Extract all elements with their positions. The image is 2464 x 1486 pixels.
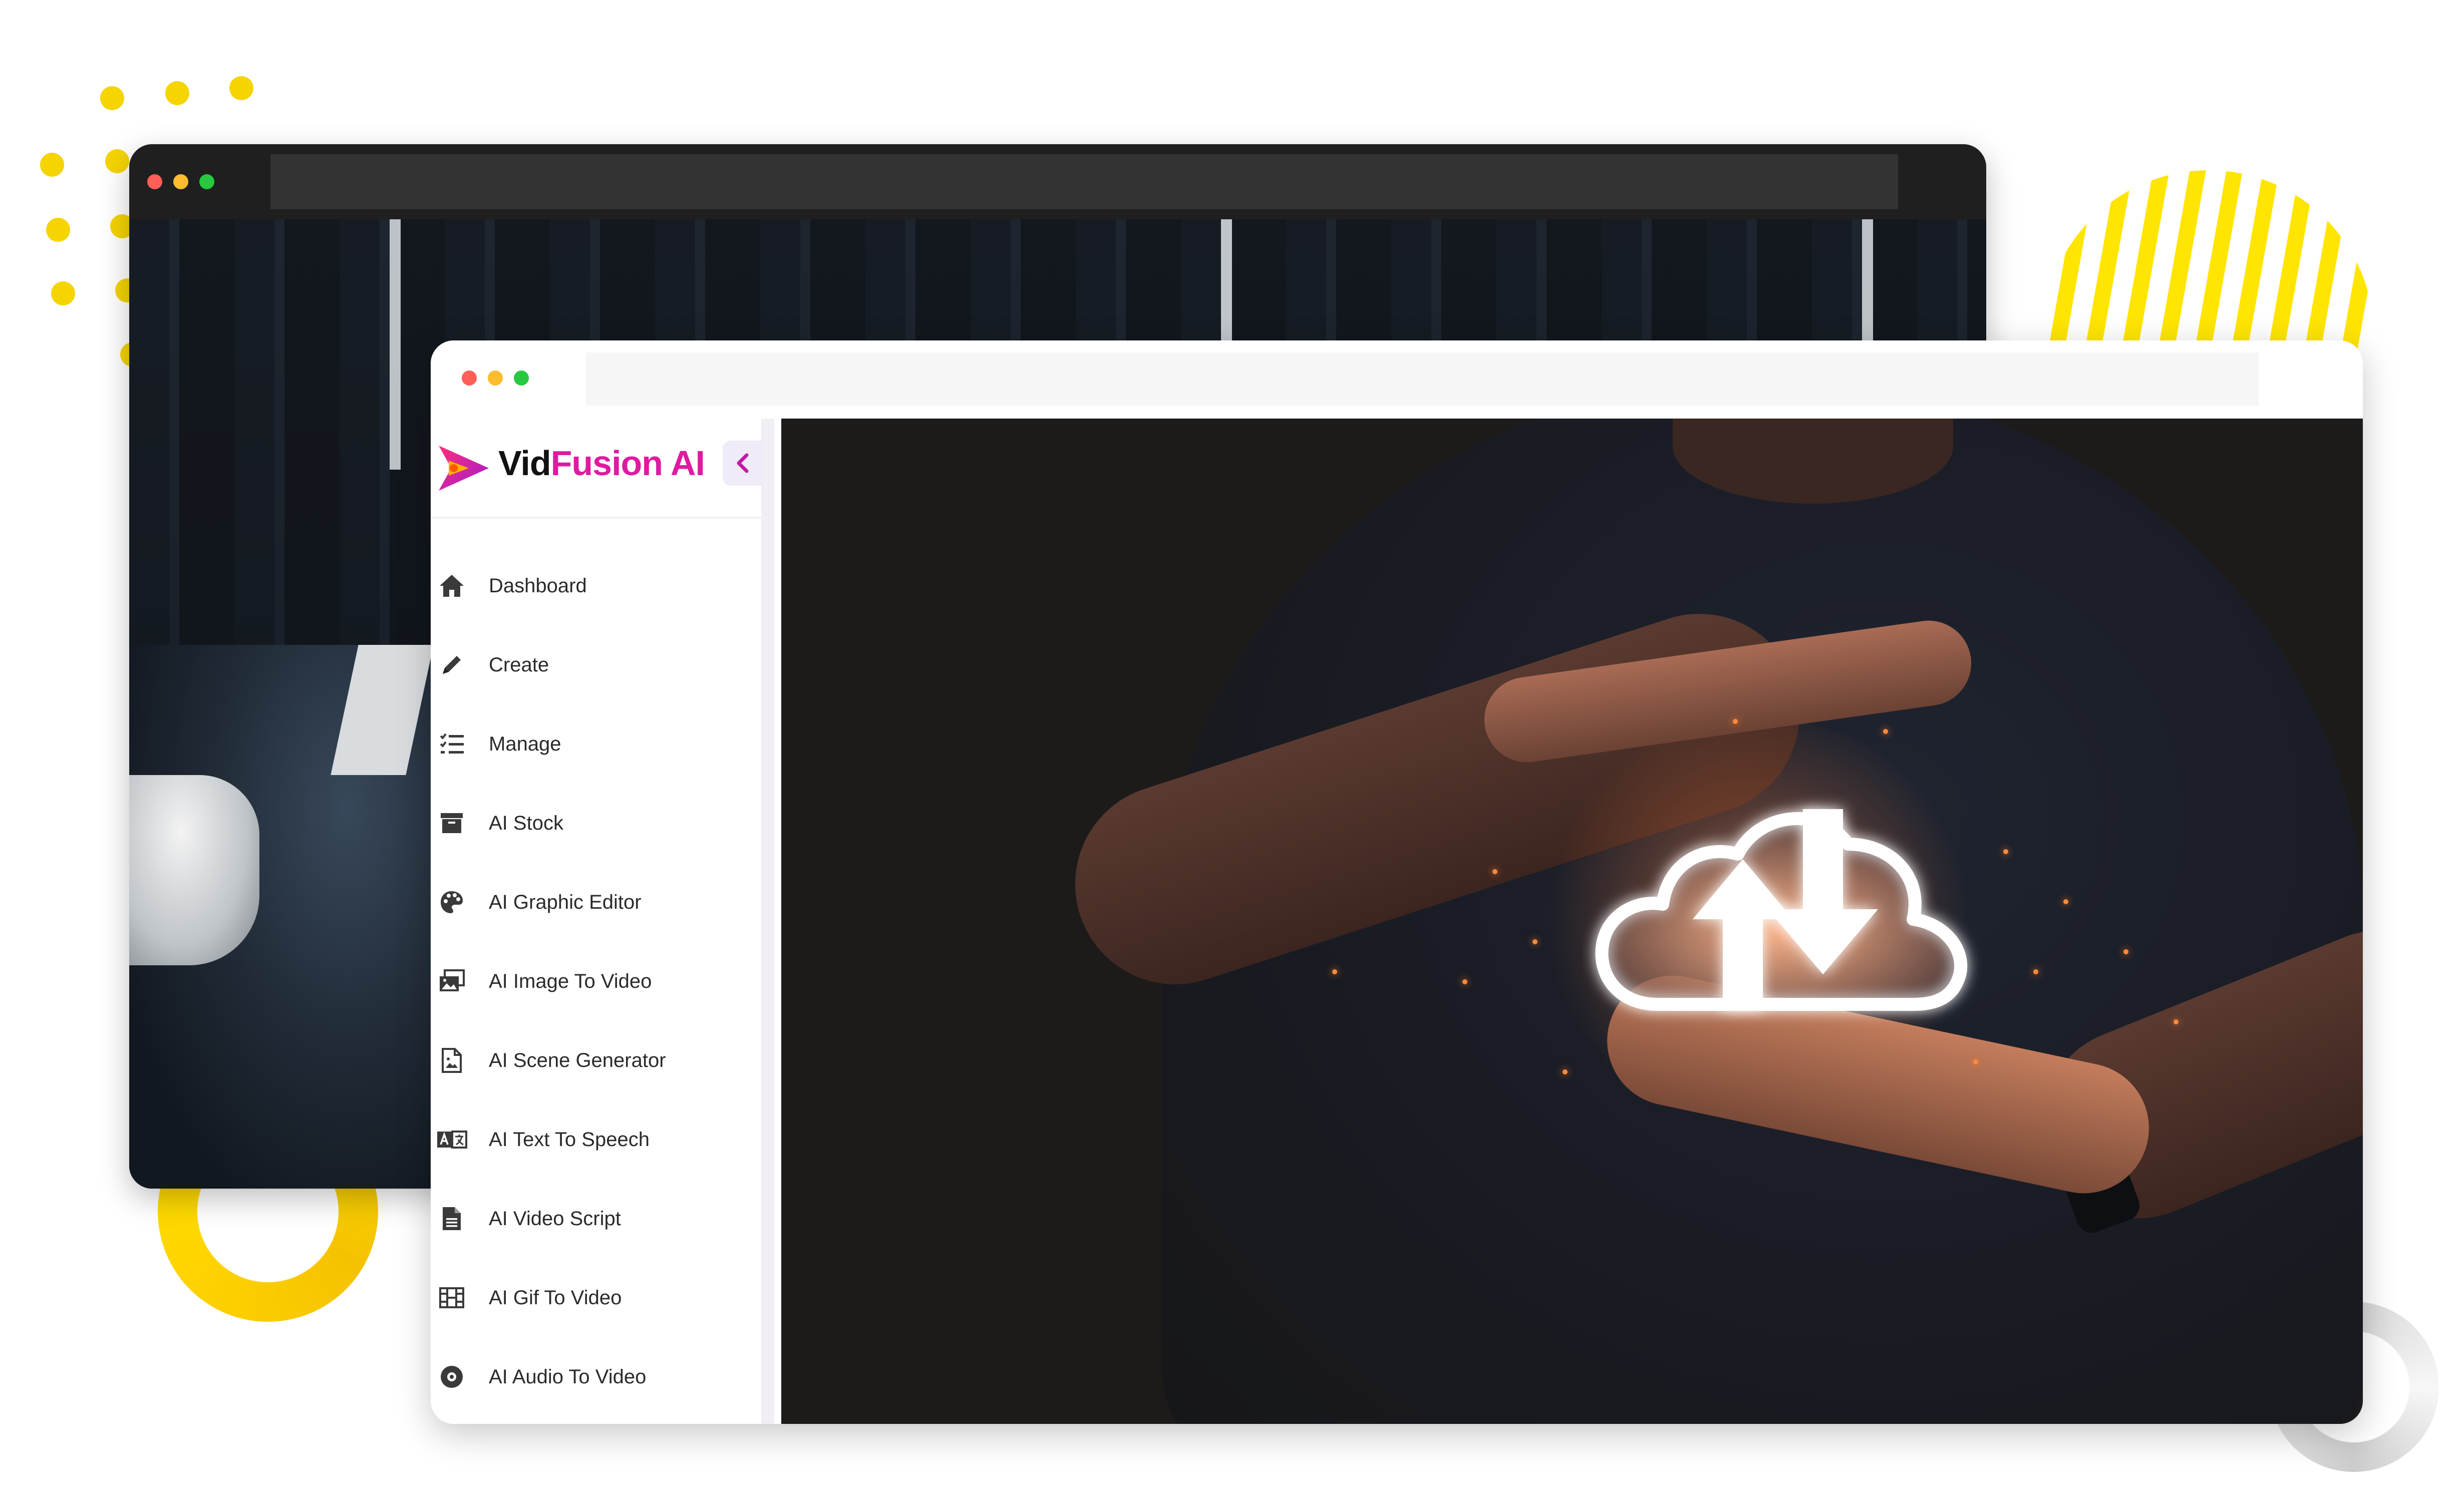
hero-spark (2003, 849, 2008, 854)
window-minimize-dot[interactable] (173, 174, 188, 189)
window-close-dot[interactable] (462, 370, 477, 386)
window-maximize-dot[interactable] (514, 370, 529, 386)
sidebar-item-ai-gif-to-video[interactable]: AI Gif To Video (431, 1268, 761, 1328)
decor-dot (105, 149, 129, 173)
sidebar-item-label: Create (489, 654, 549, 676)
window-close-dot[interactable] (147, 174, 162, 189)
sidebar-item-label: Dashboard (489, 575, 587, 597)
app-browser-window: VidFusion AI Dashboard Create Manage AI … (431, 340, 2363, 1424)
robot-arm (129, 775, 259, 965)
sidebar-item-label: AI Scene Generator (489, 1049, 666, 1071)
sidebar-item-dashboard[interactable]: Dashboard (431, 556, 761, 616)
window-minimize-dot[interactable] (488, 370, 503, 386)
logo-separator (431, 517, 761, 519)
decor-dot (229, 76, 253, 100)
window-maximize-dot[interactable] (199, 174, 214, 189)
sidebar-item-ai-audio-to-video[interactable]: AI Audio To Video (431, 1347, 761, 1407)
sidebar-item-label: AI Video Script (489, 1208, 621, 1230)
sidebar-item-label: AI Graphic Editor (489, 891, 642, 913)
hero-spark (2063, 899, 2068, 904)
sidebar-item-label: AI Audio To Video (489, 1366, 647, 1388)
brand-name: VidFusion AI (498, 443, 705, 483)
hero-image (781, 419, 2363, 1424)
sidebar-item-label: AI Text To Speech (489, 1129, 650, 1151)
sidebar-item-ai-scene-generator[interactable]: AI Scene Generator (431, 1030, 761, 1090)
compact-disc-icon (436, 1361, 468, 1393)
language-icon (436, 1124, 468, 1156)
sidebar-item-ai-stock[interactable]: AI Stock (431, 793, 761, 853)
decor-dot (46, 218, 70, 242)
hero-spark (1733, 719, 1738, 724)
sidebar-item-create[interactable]: Create (431, 635, 761, 695)
hero-spark (2123, 949, 2128, 954)
decor-dot (51, 281, 75, 305)
archive-icon (436, 807, 468, 839)
decor-dot (165, 81, 189, 105)
brand-name-part1: Vid (498, 444, 551, 483)
sidebar-divider (761, 419, 774, 1424)
sidebar-item-ai-video-script[interactable]: AI Video Script (431, 1189, 761, 1249)
pencil-icon (436, 649, 468, 681)
film-icon (436, 1282, 468, 1314)
sidebar-item-ai-image-to-video[interactable]: AI Image To Video (431, 951, 761, 1011)
file-image-icon (436, 1044, 468, 1076)
decor-dot (40, 153, 64, 177)
file-text-icon (436, 1203, 468, 1235)
sidebar-item-ai-text-to-speech[interactable]: AI Text To Speech (431, 1109, 761, 1170)
hero-spark (1492, 869, 1497, 874)
address-bar[interactable] (586, 352, 2259, 406)
hero-spark (1973, 1059, 1978, 1064)
app-window-titlebar (431, 340, 2363, 416)
sidebar-item-label: AI Image To Video (489, 970, 652, 992)
sidebar-item-ai-graphic-editor[interactable]: AI Graphic Editor (431, 872, 761, 932)
palette-icon (436, 886, 468, 918)
back-light-pillar (390, 219, 401, 470)
hero-spark (1883, 729, 1888, 734)
hero-spark (1462, 979, 1467, 984)
hero-spark (1332, 969, 1337, 974)
sidebar-item-label: AI Gif To Video (489, 1287, 622, 1309)
cloud-upload-download-icon (1595, 809, 1968, 1011)
vidfusion-logo-icon (439, 446, 489, 491)
sidebar-item-label: AI Stock (489, 812, 563, 834)
back-address-bar[interactable] (270, 154, 1898, 209)
decor-dot (100, 86, 124, 110)
sidebar-collapse-button[interactable] (723, 441, 763, 486)
hero-spark (1563, 1069, 1568, 1074)
hero-spark (2174, 1019, 2179, 1024)
back-window-titlebar (129, 144, 1986, 219)
checklist-icon (436, 728, 468, 760)
chevron-left-icon (737, 453, 749, 473)
sidebar-item-manage[interactable]: Manage (431, 714, 761, 774)
sidebar-item-label: Manage (489, 733, 561, 755)
home-icon (436, 570, 468, 602)
brand-name-part2: Fusion AI (550, 444, 705, 483)
hero-spark (1532, 939, 1537, 944)
images-icon (436, 965, 468, 997)
hero-spark (2033, 969, 2038, 974)
